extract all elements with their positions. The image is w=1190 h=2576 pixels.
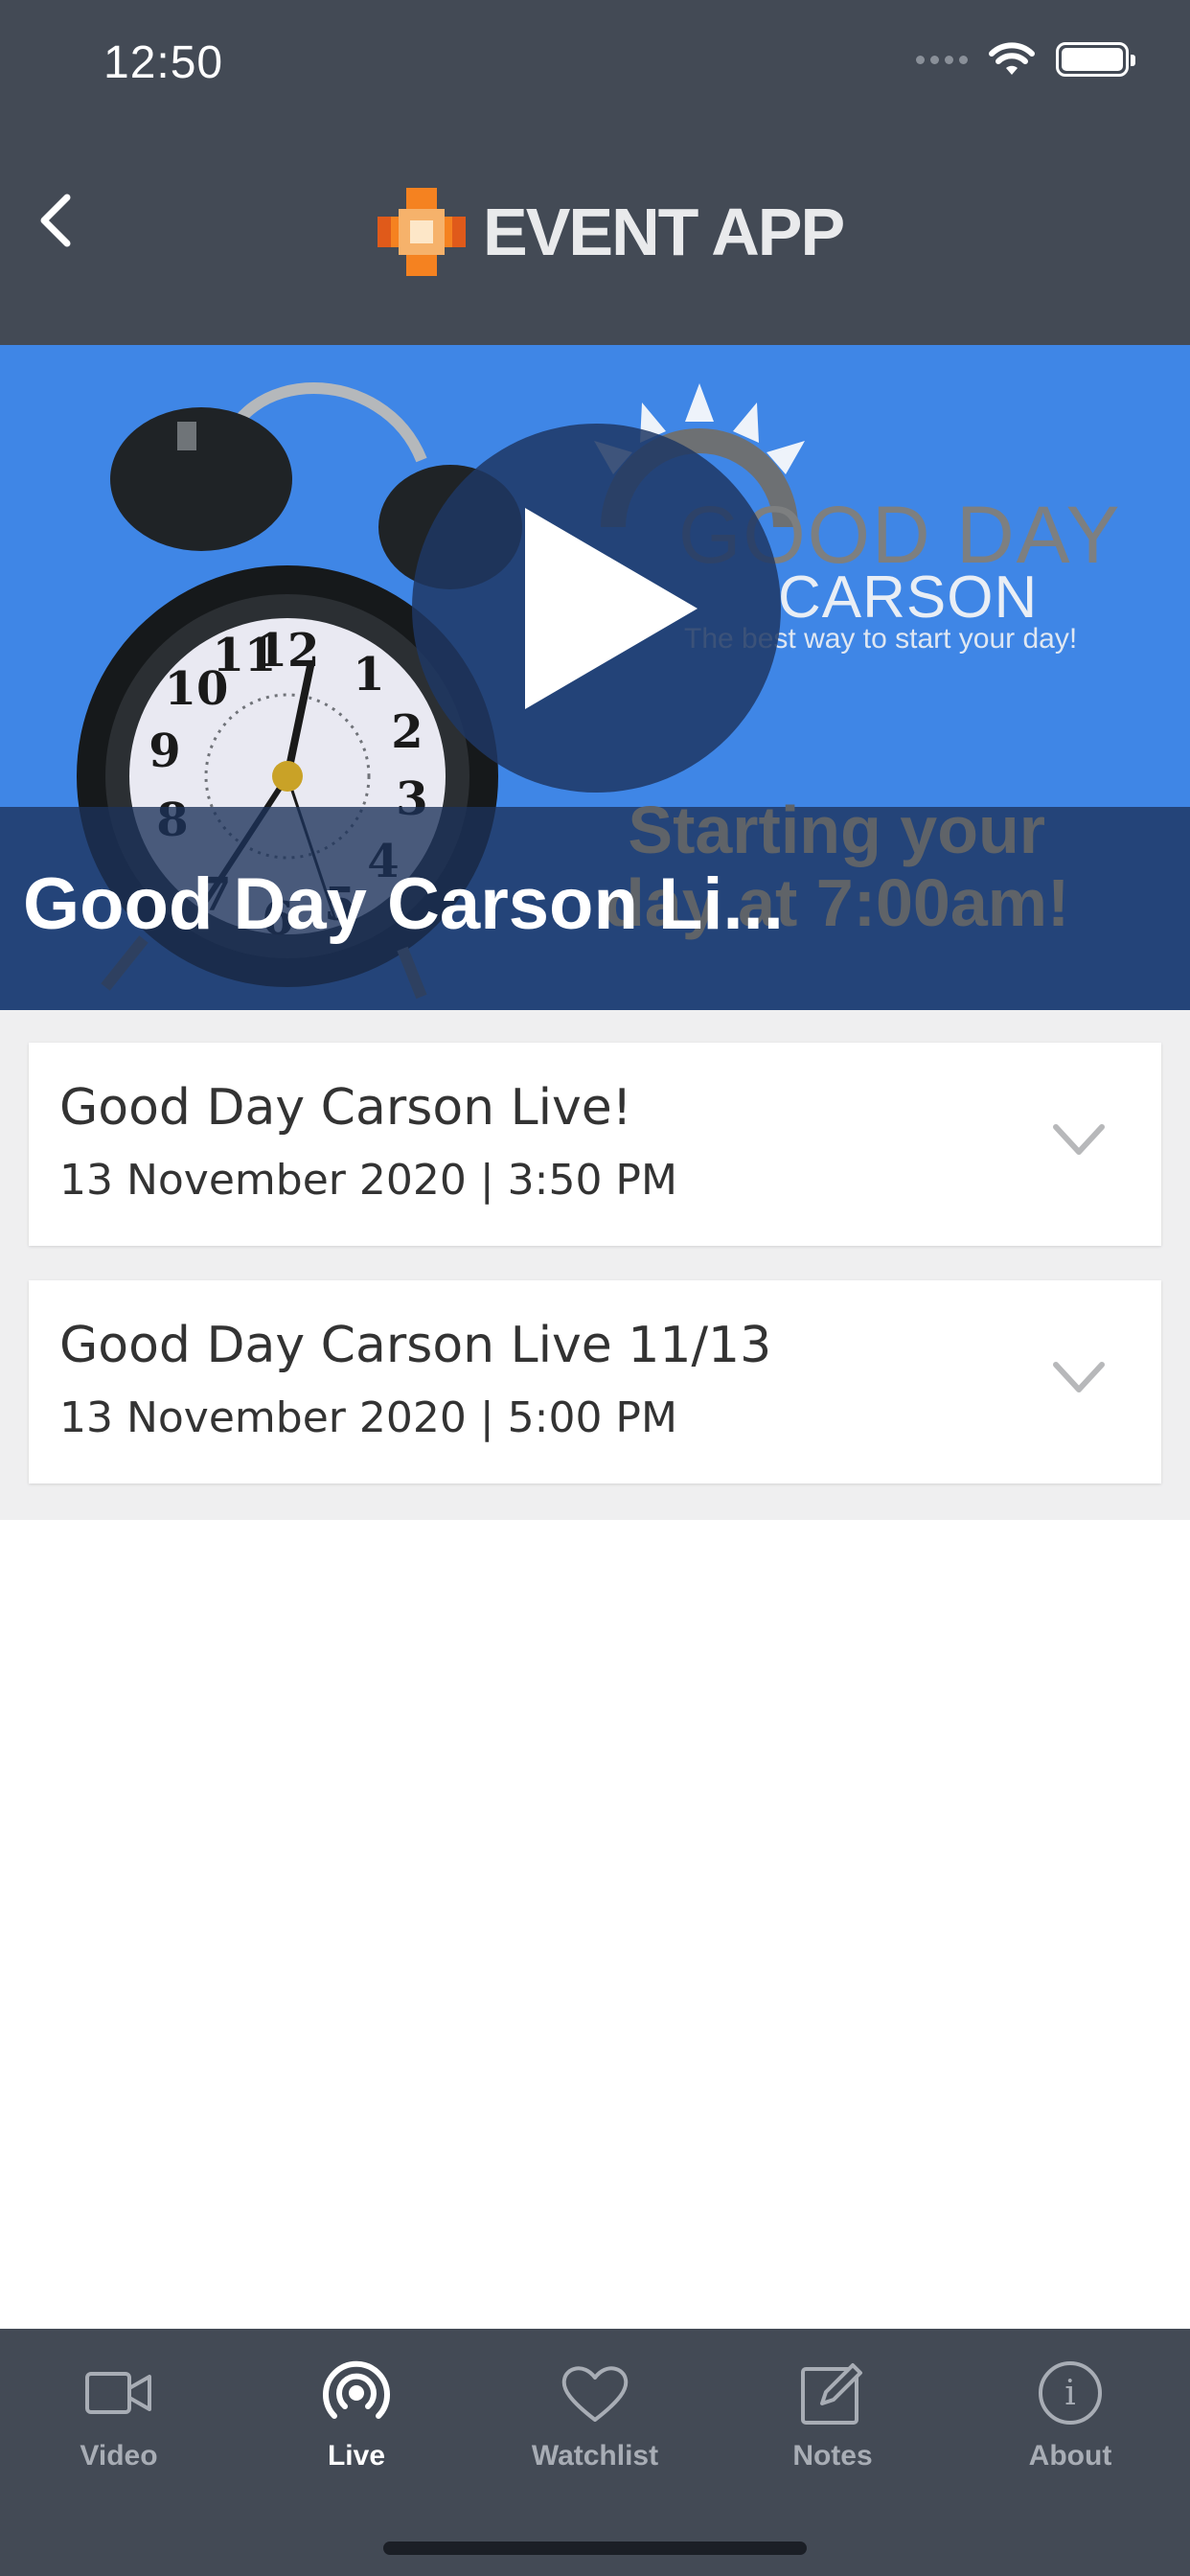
session-card[interactable]: Good Day Carson Live! 13 November 2020 |… (29, 1043, 1161, 1246)
wifi-icon (989, 42, 1035, 75)
svg-text:2: 2 (391, 705, 423, 759)
tab-label: About (1028, 2440, 1112, 2472)
notes-icon (801, 2363, 862, 2425)
session-date: 13 November 2020 | 5:00 PM (59, 1393, 677, 1442)
cellular-signal-icon (916, 55, 968, 64)
chevron-down-icon[interactable] (1050, 1357, 1108, 1399)
tab-watchlist[interactable]: Watchlist (499, 2359, 691, 2503)
heart-icon (561, 2366, 629, 2422)
session-title: Good Day Carson Live 11/13 (59, 1317, 772, 1374)
tab-about[interactable]: i About (974, 2359, 1166, 2503)
status-icons (916, 42, 1135, 77)
logo-mark-icon (378, 188, 466, 276)
hero-title: Good Day Carson Li... (23, 863, 784, 945)
session-list: Good Day Carson Live! 13 November 2020 |… (0, 1010, 1190, 1520)
svg-text:1: 1 (353, 648, 384, 702)
info-icon: i (1039, 2361, 1102, 2425)
tab-label: Video (80, 2440, 158, 2472)
logo-text: EVENT APP (483, 195, 845, 269)
home-indicator (383, 2542, 807, 2555)
back-button[interactable] (27, 182, 84, 259)
play-icon (524, 507, 698, 709)
svg-text:11: 11 (213, 629, 277, 682)
status-time: 12:50 (103, 37, 224, 88)
video-icon (85, 2372, 151, 2414)
tab-video[interactable]: Video (23, 2359, 215, 2503)
chevron-down-icon[interactable] (1050, 1119, 1108, 1162)
hero-video[interactable]: 12 1 2 3 4 5 6 7 8 9 10 11 (0, 345, 1190, 1010)
tab-notes[interactable]: Notes (737, 2359, 928, 2503)
tab-label: Live (327, 2440, 386, 2472)
play-button[interactable] (412, 424, 781, 793)
svg-text:i: i (1064, 2374, 1076, 2413)
hero-brand-line2: CARSON (778, 564, 1039, 631)
tab-bar: Video Live Watchlist Notes i About (0, 2329, 1190, 2576)
session-card[interactable]: Good Day Carson Live 11/13 13 November 2… (29, 1280, 1161, 1484)
session-title: Good Day Carson Live! (59, 1079, 632, 1137)
svg-text:9: 9 (149, 724, 180, 778)
tab-live[interactable]: Live (261, 2359, 452, 2503)
live-icon (323, 2360, 390, 2419)
battery-icon (1056, 42, 1135, 77)
tab-label: Watchlist (531, 2440, 659, 2472)
top-bar: 12:50 EVENT APP (0, 0, 1190, 345)
chevron-left-icon (40, 194, 71, 247)
tab-label: Notes (792, 2440, 873, 2472)
session-date: 13 November 2020 | 3:50 PM (59, 1156, 677, 1205)
hero-start-line1: Starting your (628, 793, 1045, 867)
app-logo: EVENT APP (378, 188, 845, 276)
